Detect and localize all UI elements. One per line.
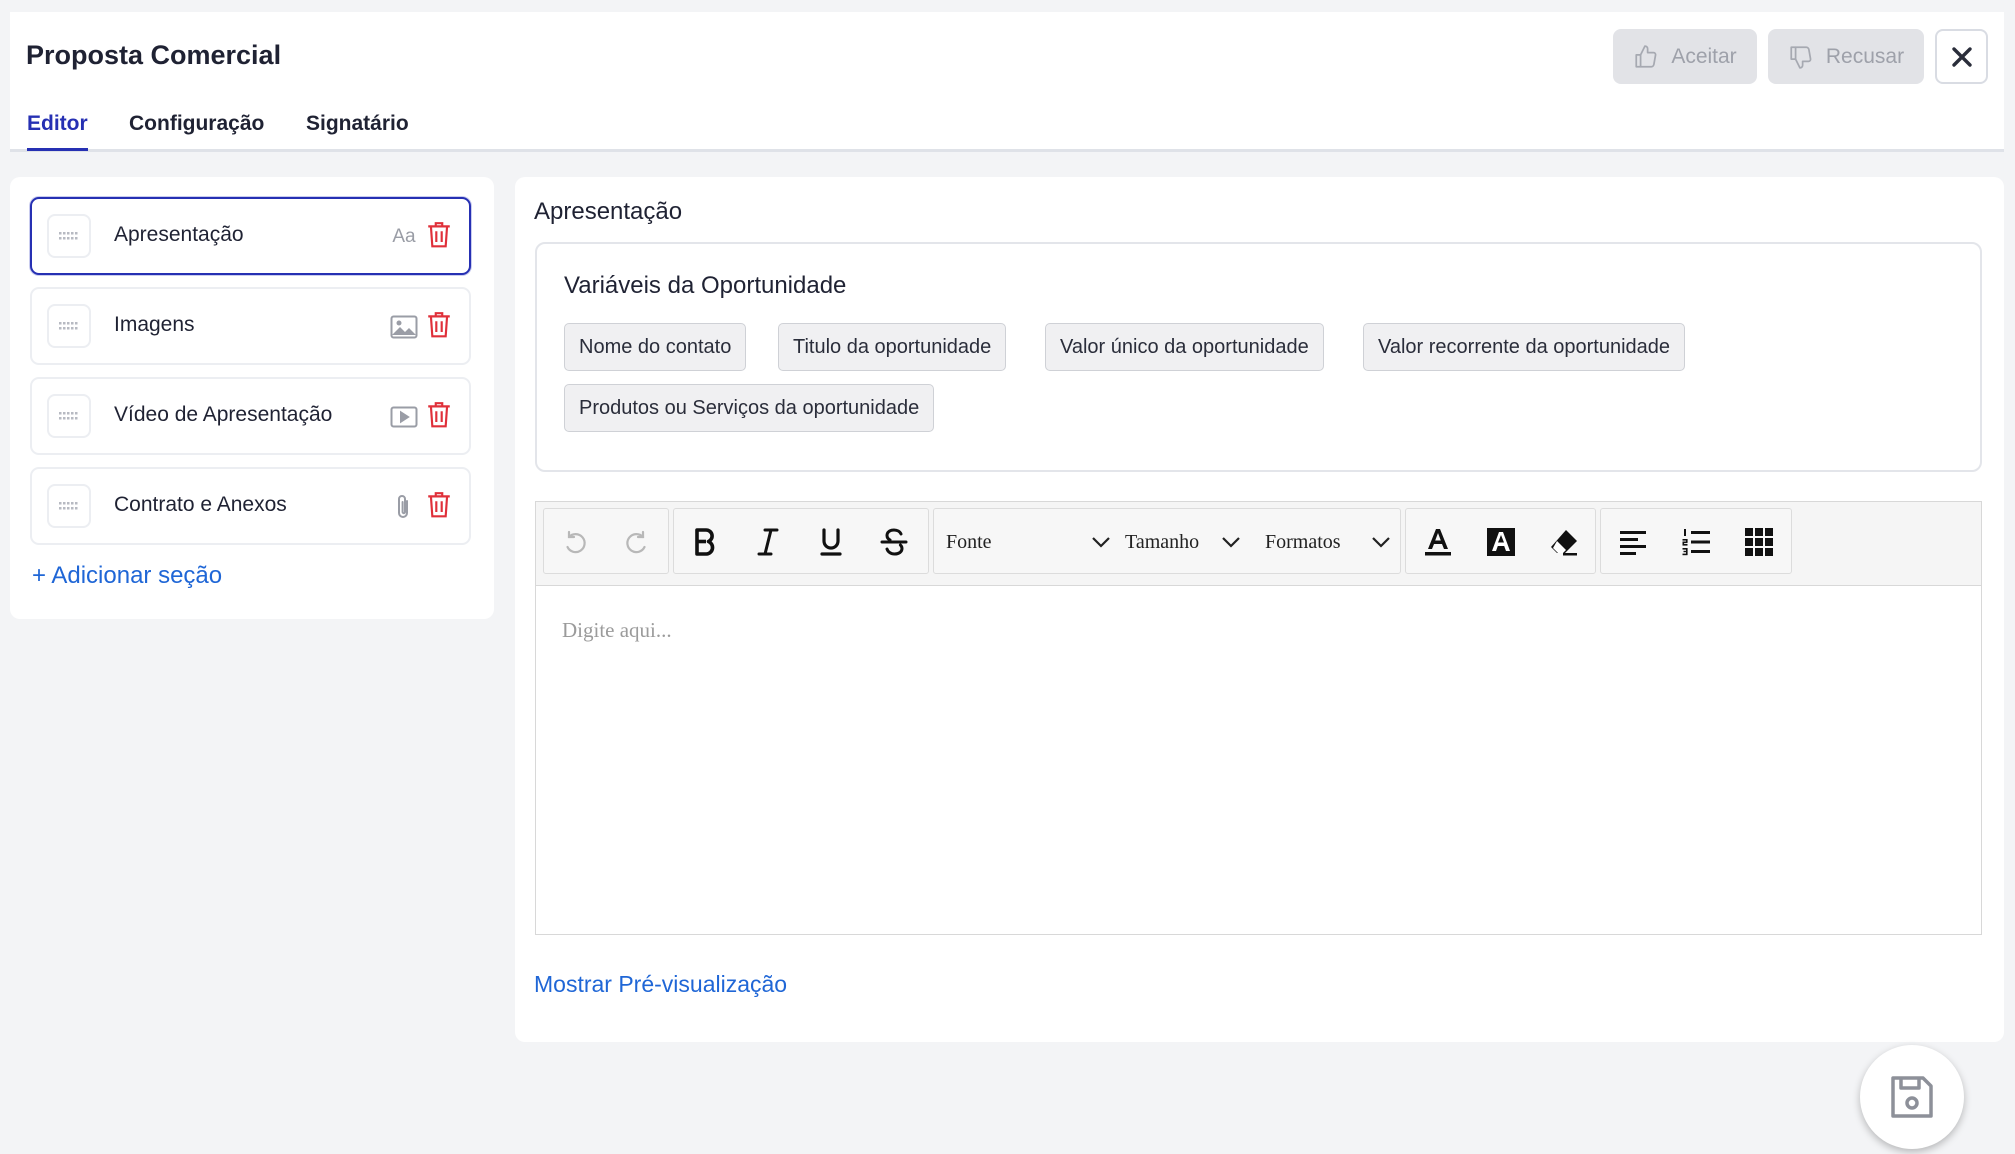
variable-chip[interactable]: Nome do contato [564, 323, 747, 371]
align-left-icon [1620, 531, 1646, 555]
drag-handle[interactable] [47, 214, 91, 258]
image-icon [390, 313, 418, 341]
paragraph-group [1600, 508, 1792, 574]
background-color-button[interactable] [1478, 519, 1524, 565]
reject-button[interactable]: Recusar [1768, 29, 1924, 84]
trash-icon[interactable] [426, 311, 452, 339]
editor-panel: Apresentação Variáveis da Oportunidade N… [515, 177, 2004, 1042]
underline-icon [820, 528, 842, 556]
drag-handle[interactable] [47, 394, 91, 438]
strikethrough-icon [880, 528, 908, 556]
variables-box: Variáveis da Oportunidade Nome do contat… [535, 242, 1982, 472]
reject-label: Recusar [1825, 44, 1905, 68]
thumbs-down-icon [1790, 45, 1812, 69]
save-icon [1891, 1076, 1933, 1118]
show-preview-link[interactable]: Mostrar Pré-visualização [534, 971, 787, 998]
section-item-apresentacao[interactable]: Apresentação Aa [30, 197, 471, 275]
clear-format-button[interactable] [1541, 519, 1587, 565]
trash-icon[interactable] [426, 221, 452, 249]
redo-button[interactable] [614, 519, 660, 565]
sections-panel: Apresentação Aa Imagens Vídeo de Apresen… [10, 177, 494, 619]
font-select-group: Fonte Tamanho Formatos [933, 508, 1401, 574]
drag-handle-icon [59, 322, 78, 330]
text-color-icon [1425, 529, 1451, 556]
text-type-icon: Aa [392, 226, 416, 247]
section-item-imagens[interactable]: Imagens [30, 287, 471, 365]
drag-handle-icon [59, 232, 78, 240]
table-icon [1745, 528, 1773, 556]
editor-toolbar: Fonte Tamanho Formatos [536, 502, 1981, 586]
page-title: Proposta Comercial [26, 40, 282, 70]
table-button[interactable] [1736, 519, 1782, 565]
section-title: Apresentação [534, 198, 683, 225]
align-left-button[interactable] [1610, 519, 1656, 565]
section-label: Imagens [114, 313, 195, 336]
undo-icon [566, 530, 586, 554]
background-color-icon [1487, 528, 1515, 556]
video-icon [390, 403, 418, 431]
history-group [543, 508, 669, 574]
eraser-icon [1551, 530, 1577, 556]
chevron-down-icon [1372, 537, 1390, 548]
accept-button[interactable]: Aceitar [1613, 29, 1757, 84]
drag-handle-icon [59, 502, 78, 510]
section-item-contrato[interactable]: Contrato e Anexos [30, 467, 471, 545]
chevron-down-icon [1222, 537, 1240, 548]
variable-chip[interactable]: Produtos ou Serviços da oportunidade [564, 384, 935, 432]
variable-chip[interactable]: Valor recorrente da oportunidade [1363, 323, 1686, 371]
numbered-list-icon [1682, 529, 1710, 556]
editor-content[interactable]: Digite aqui... [562, 618, 672, 643]
close-button[interactable] [1935, 29, 1988, 84]
drag-handle-icon [59, 412, 78, 420]
tab-signatario[interactable]: Signatário [306, 112, 409, 148]
save-button[interactable] [1860, 1045, 1964, 1149]
redo-icon [626, 530, 646, 554]
header: Proposta Comercial Aceitar Recusar Edito… [10, 12, 2004, 152]
section-label: Vídeo de Apresentação [114, 403, 333, 426]
chevron-down-icon [1092, 537, 1110, 548]
strikethrough-button[interactable] [871, 519, 917, 565]
undo-button[interactable] [552, 519, 598, 565]
italic-button[interactable] [745, 519, 791, 565]
bold-button[interactable] [682, 519, 728, 565]
underline-button[interactable] [808, 519, 854, 565]
variable-chip[interactable]: Valor único da oportunidade [1045, 323, 1324, 371]
size-select-label: Tamanho [1125, 530, 1200, 553]
rich-text-editor: Fonte Tamanho Formatos Digite aqui... [535, 501, 1982, 935]
variable-chip[interactable]: Titulo da oportunidade [778, 323, 1007, 371]
tab-editor[interactable]: Editor [27, 112, 88, 151]
color-group [1405, 508, 1596, 574]
accept-label: Aceitar [1671, 44, 1737, 68]
drag-handle[interactable] [47, 484, 91, 528]
numbered-list-button[interactable] [1673, 519, 1719, 565]
section-label: Apresentação [114, 223, 244, 246]
close-icon [1951, 46, 1972, 67]
text-color-button[interactable] [1415, 519, 1461, 565]
section-label: Contrato e Anexos [114, 493, 287, 516]
font-select[interactable]: Fonte [946, 519, 1111, 565]
add-section-link[interactable]: + Adicionar seção [32, 562, 222, 590]
formats-select-label: Formatos [1265, 530, 1341, 553]
italic-icon [757, 528, 779, 556]
trash-icon[interactable] [426, 401, 452, 429]
drag-handle[interactable] [47, 304, 91, 348]
tab-configuracao[interactable]: Configuração [129, 112, 264, 148]
trash-icon[interactable] [426, 491, 452, 519]
variables-title: Variáveis da Oportunidade [564, 272, 847, 299]
paperclip-icon [390, 493, 418, 521]
bold-icon [695, 528, 715, 556]
section-item-video[interactable]: Vídeo de Apresentação [30, 377, 471, 455]
font-select-label: Fonte [946, 530, 992, 553]
formats-select[interactable]: Formatos [1265, 519, 1391, 565]
thumbs-up-icon [1635, 44, 1657, 68]
size-select[interactable]: Tamanho [1125, 519, 1241, 565]
text-style-group [673, 508, 929, 574]
